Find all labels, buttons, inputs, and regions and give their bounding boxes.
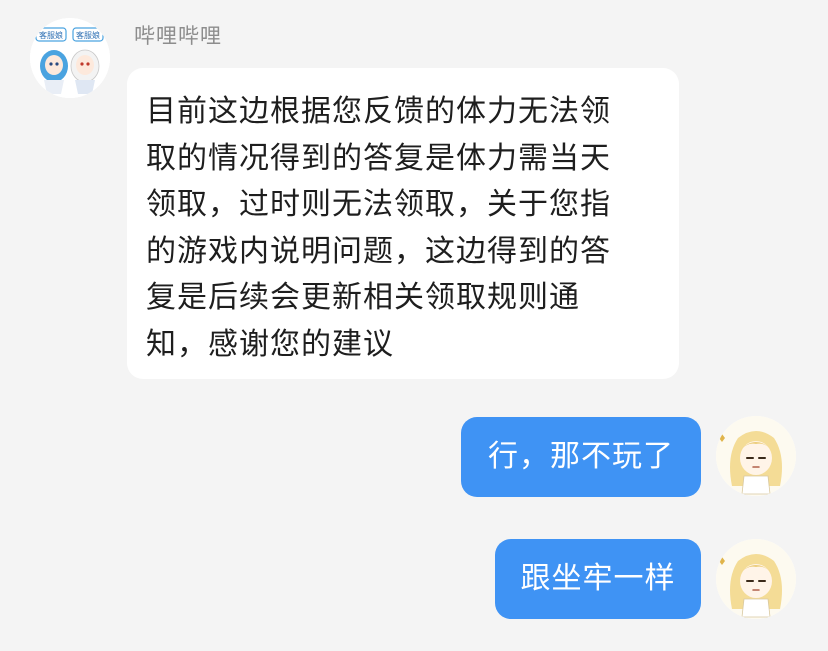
outgoing-message-bubble[interactable]: 行，那不玩了: [461, 417, 701, 497]
message-line: 取的情况得到的答复是体力需当天: [146, 140, 611, 176]
anime-girl-avatar-icon: [716, 416, 796, 496]
outgoing-message-bubble[interactable]: 跟坐牢一样: [495, 539, 701, 619]
outgoing-message-text: 跟坐牢一样: [520, 561, 676, 596]
outgoing-message-text: 行，那不玩了: [488, 439, 674, 474]
user-avatar[interactable]: [716, 416, 796, 496]
customer-service-avatar[interactable]: 客服娘 客服娘: [30, 18, 110, 98]
avatar-badge-left: 客服娘: [39, 30, 63, 40]
sender-name: 哔哩哔哩: [134, 24, 222, 48]
message-line: 复是后续会更新相关领取规则通: [146, 280, 580, 315]
message-line: 的游戏内说明问题，这边得到的答: [146, 233, 611, 269]
avatar-badge-right: 客服娘: [76, 30, 100, 40]
customer-service-mascot-icon: 客服娘 客服娘: [30, 18, 110, 98]
message-line: 领取，过时则无法领取，关于您指: [146, 187, 611, 222]
incoming-message-bubble[interactable]: 目前这边根据您反馈的体力无法领 取的情况得到的答复是体力需当天 领取，过时则无法…: [127, 68, 679, 379]
message-line: 目前这边根据您反馈的体力无法领: [146, 94, 611, 129]
user-avatar[interactable]: [716, 539, 796, 619]
anime-girl-avatar-icon: [716, 539, 796, 619]
message-line: 知，感谢您的建议: [146, 326, 394, 362]
